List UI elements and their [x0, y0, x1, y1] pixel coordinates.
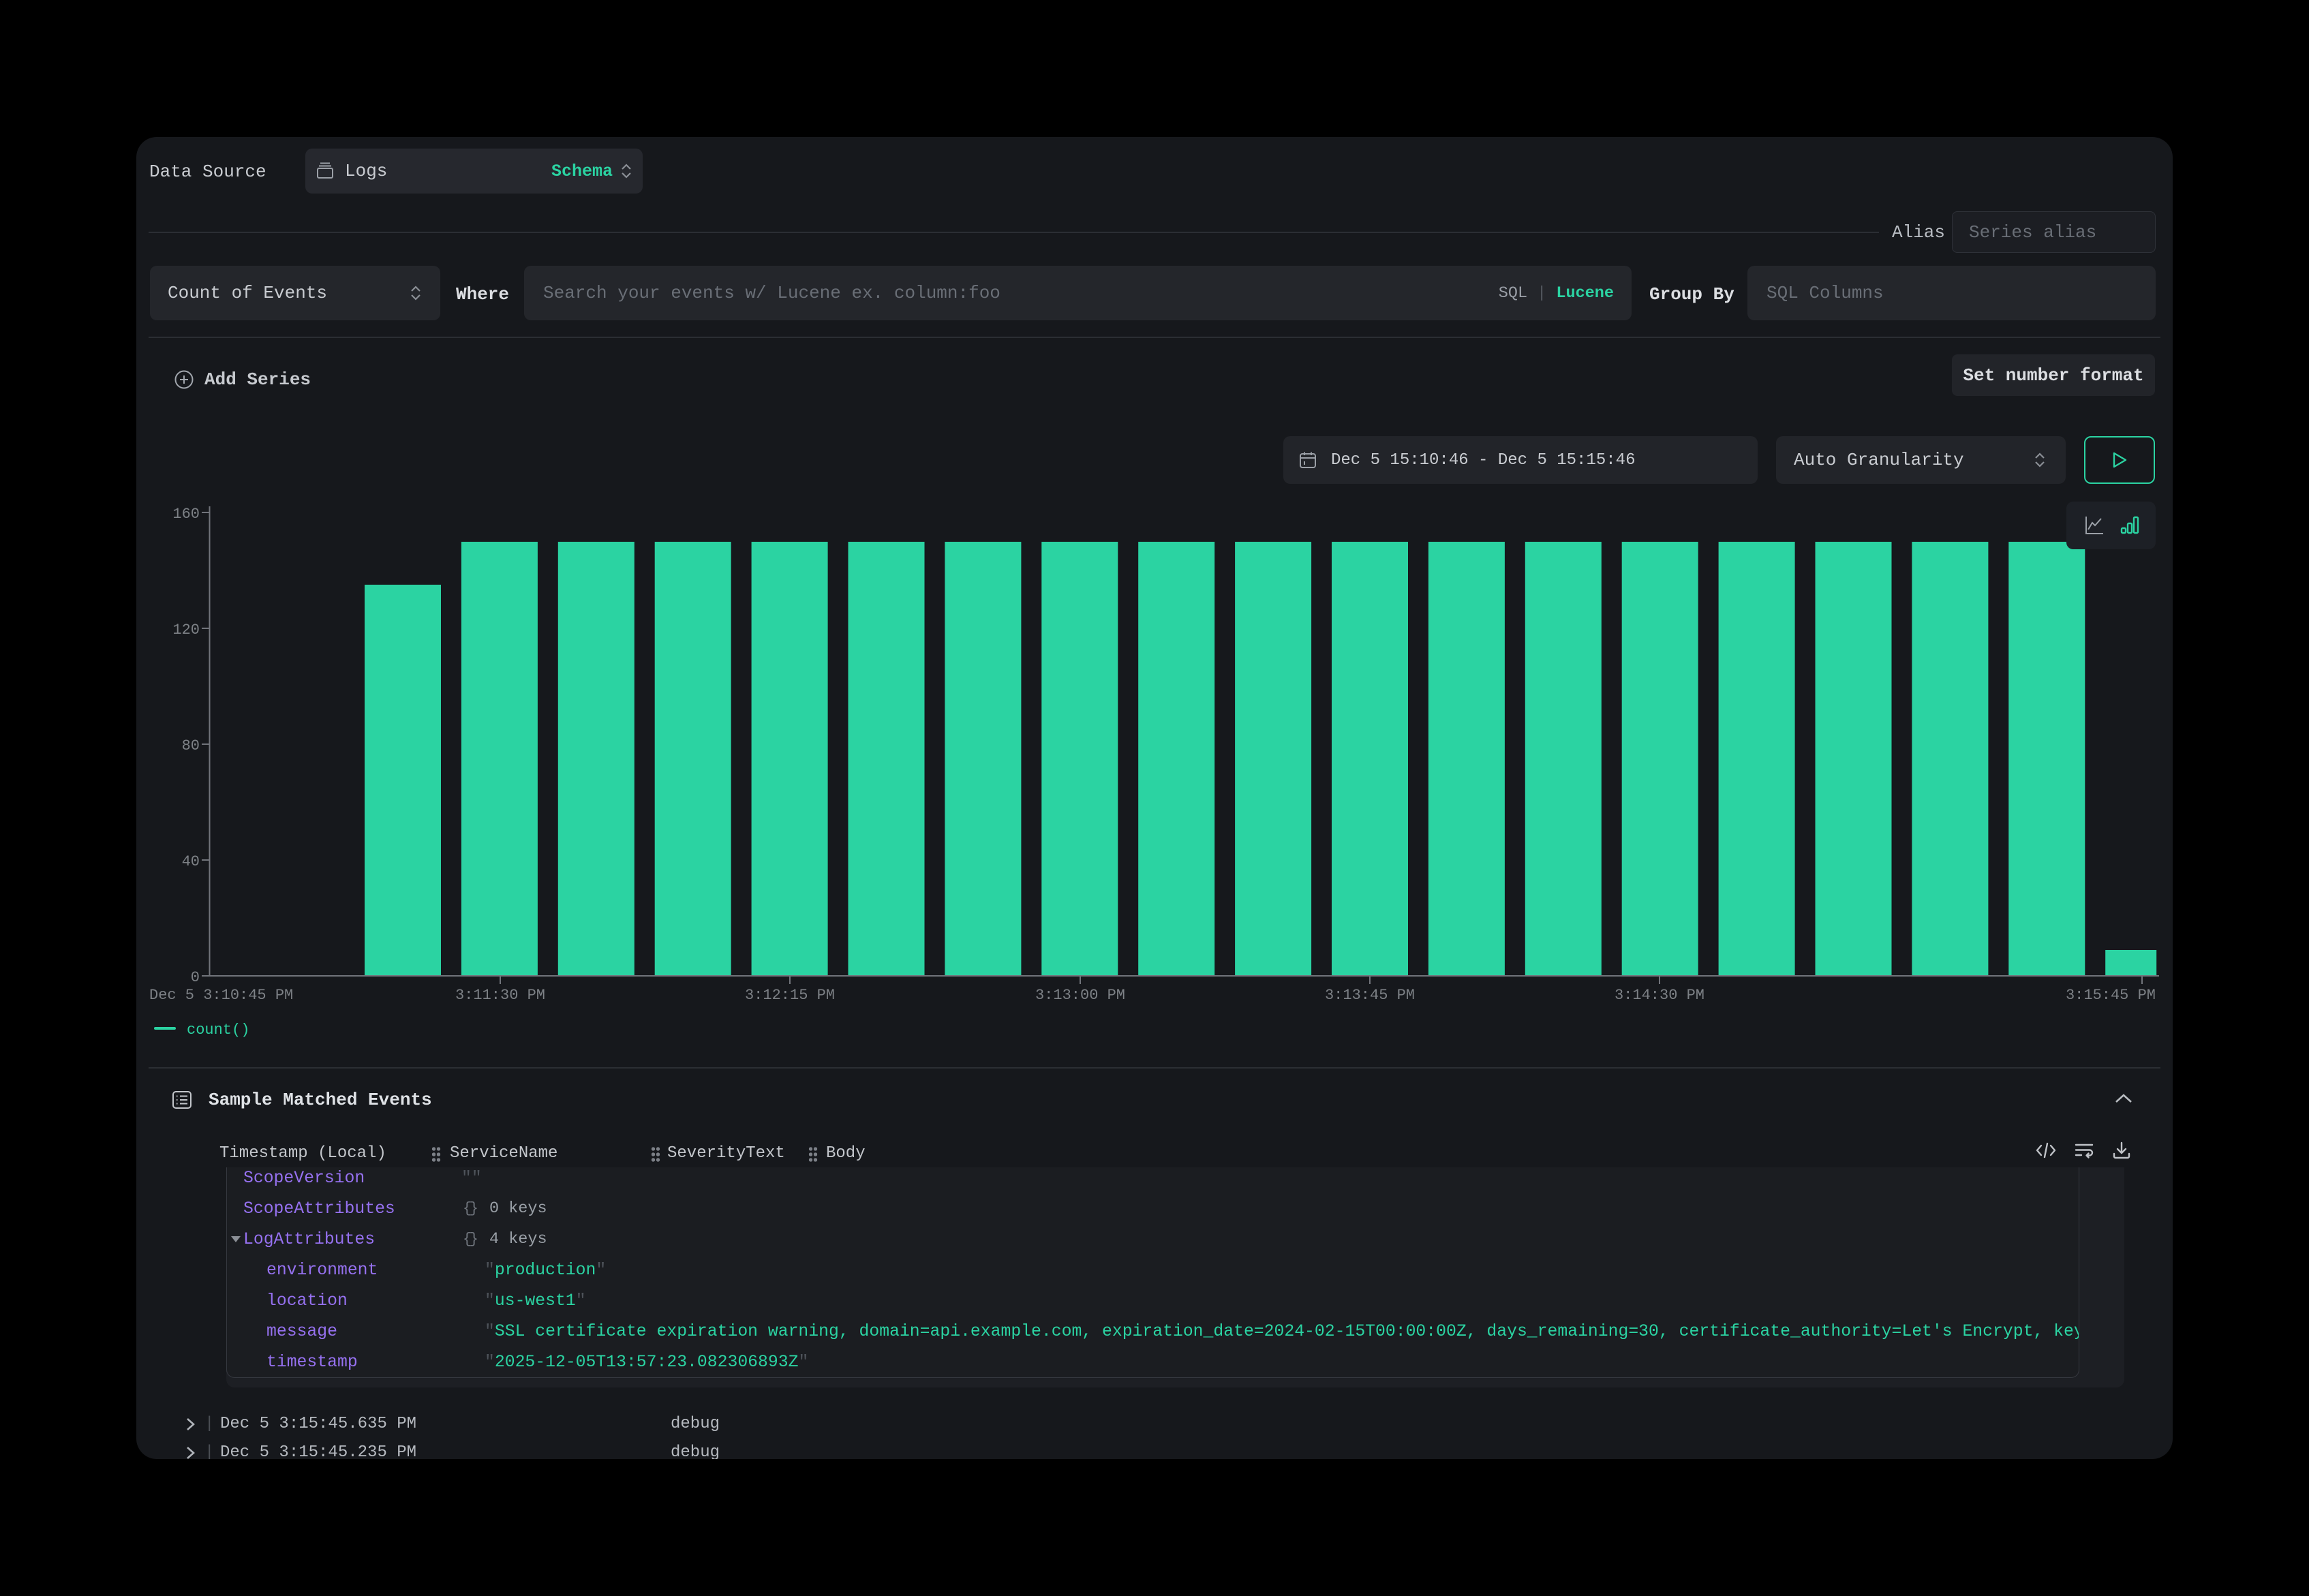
svg-text:40: 40	[182, 853, 200, 870]
svg-text:count(): count()	[187, 1022, 249, 1039]
svg-text:Dec 5 3:10:45 PM: Dec 5 3:10:45 PM	[149, 987, 293, 1004]
svg-text:3:13:45 PM: 3:13:45 PM	[1325, 987, 1415, 1004]
svg-text:3:13:00 PM: 3:13:00 PM	[1035, 987, 1125, 1004]
svg-text:80: 80	[182, 737, 200, 754]
svg-text:3:12:15 PM: 3:12:15 PM	[745, 987, 835, 1004]
svg-text:3:15:45 PM: 3:15:45 PM	[2066, 987, 2156, 1004]
svg-text:120: 120	[172, 621, 200, 639]
svg-text:0: 0	[191, 969, 200, 986]
svg-text:3:14:30 PM: 3:14:30 PM	[1615, 987, 1704, 1004]
svg-text:160: 160	[172, 506, 200, 523]
svg-text:3:11:30 PM: 3:11:30 PM	[455, 987, 545, 1004]
